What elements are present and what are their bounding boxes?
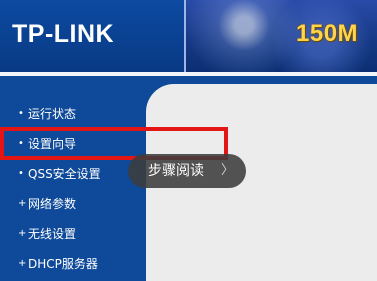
- header: TP-LINK 150M: [0, 0, 377, 72]
- sidebar-item-network[interactable]: + 网络参数: [0, 193, 146, 215]
- chevron-right-icon: 〉: [221, 163, 235, 178]
- bullet-icon: •: [18, 108, 24, 119]
- banner-model-text: 150M: [296, 20, 359, 47]
- sidebar-item-status[interactable]: • 运行状态: [0, 103, 146, 125]
- sidebar-item-label: 无线设置: [28, 227, 77, 241]
- step-reading-label: 步骤阅读: [148, 163, 204, 179]
- sidebar-item-label: 运行状态: [28, 107, 77, 121]
- sidebar-item-label: 网络参数: [28, 197, 77, 211]
- logo-area: TP-LINK: [0, 0, 184, 72]
- sidebar-item-label: DHCP服务器: [28, 257, 98, 271]
- step-reading-button[interactable]: 步骤阅读 〉: [128, 154, 246, 188]
- sidebar-item-qss[interactable]: • QSS安全设置: [0, 163, 146, 185]
- sidebar: • 运行状态 • 设置向导 • QSS安全设置 + 网络参数 + 无线设置 + …: [0, 76, 146, 281]
- sidebar-item-label: QSS安全设置: [28, 167, 101, 181]
- bullet-icon: •: [18, 168, 24, 179]
- plus-icon: +: [18, 258, 27, 269]
- plus-icon: +: [18, 198, 27, 209]
- sidebar-item-dhcp[interactable]: + DHCP服务器: [0, 253, 146, 275]
- tp-link-logo: TP-LINK: [12, 20, 115, 48]
- sidebar-item-wireless[interactable]: + 无线设置: [0, 223, 146, 245]
- plus-icon: +: [18, 228, 27, 239]
